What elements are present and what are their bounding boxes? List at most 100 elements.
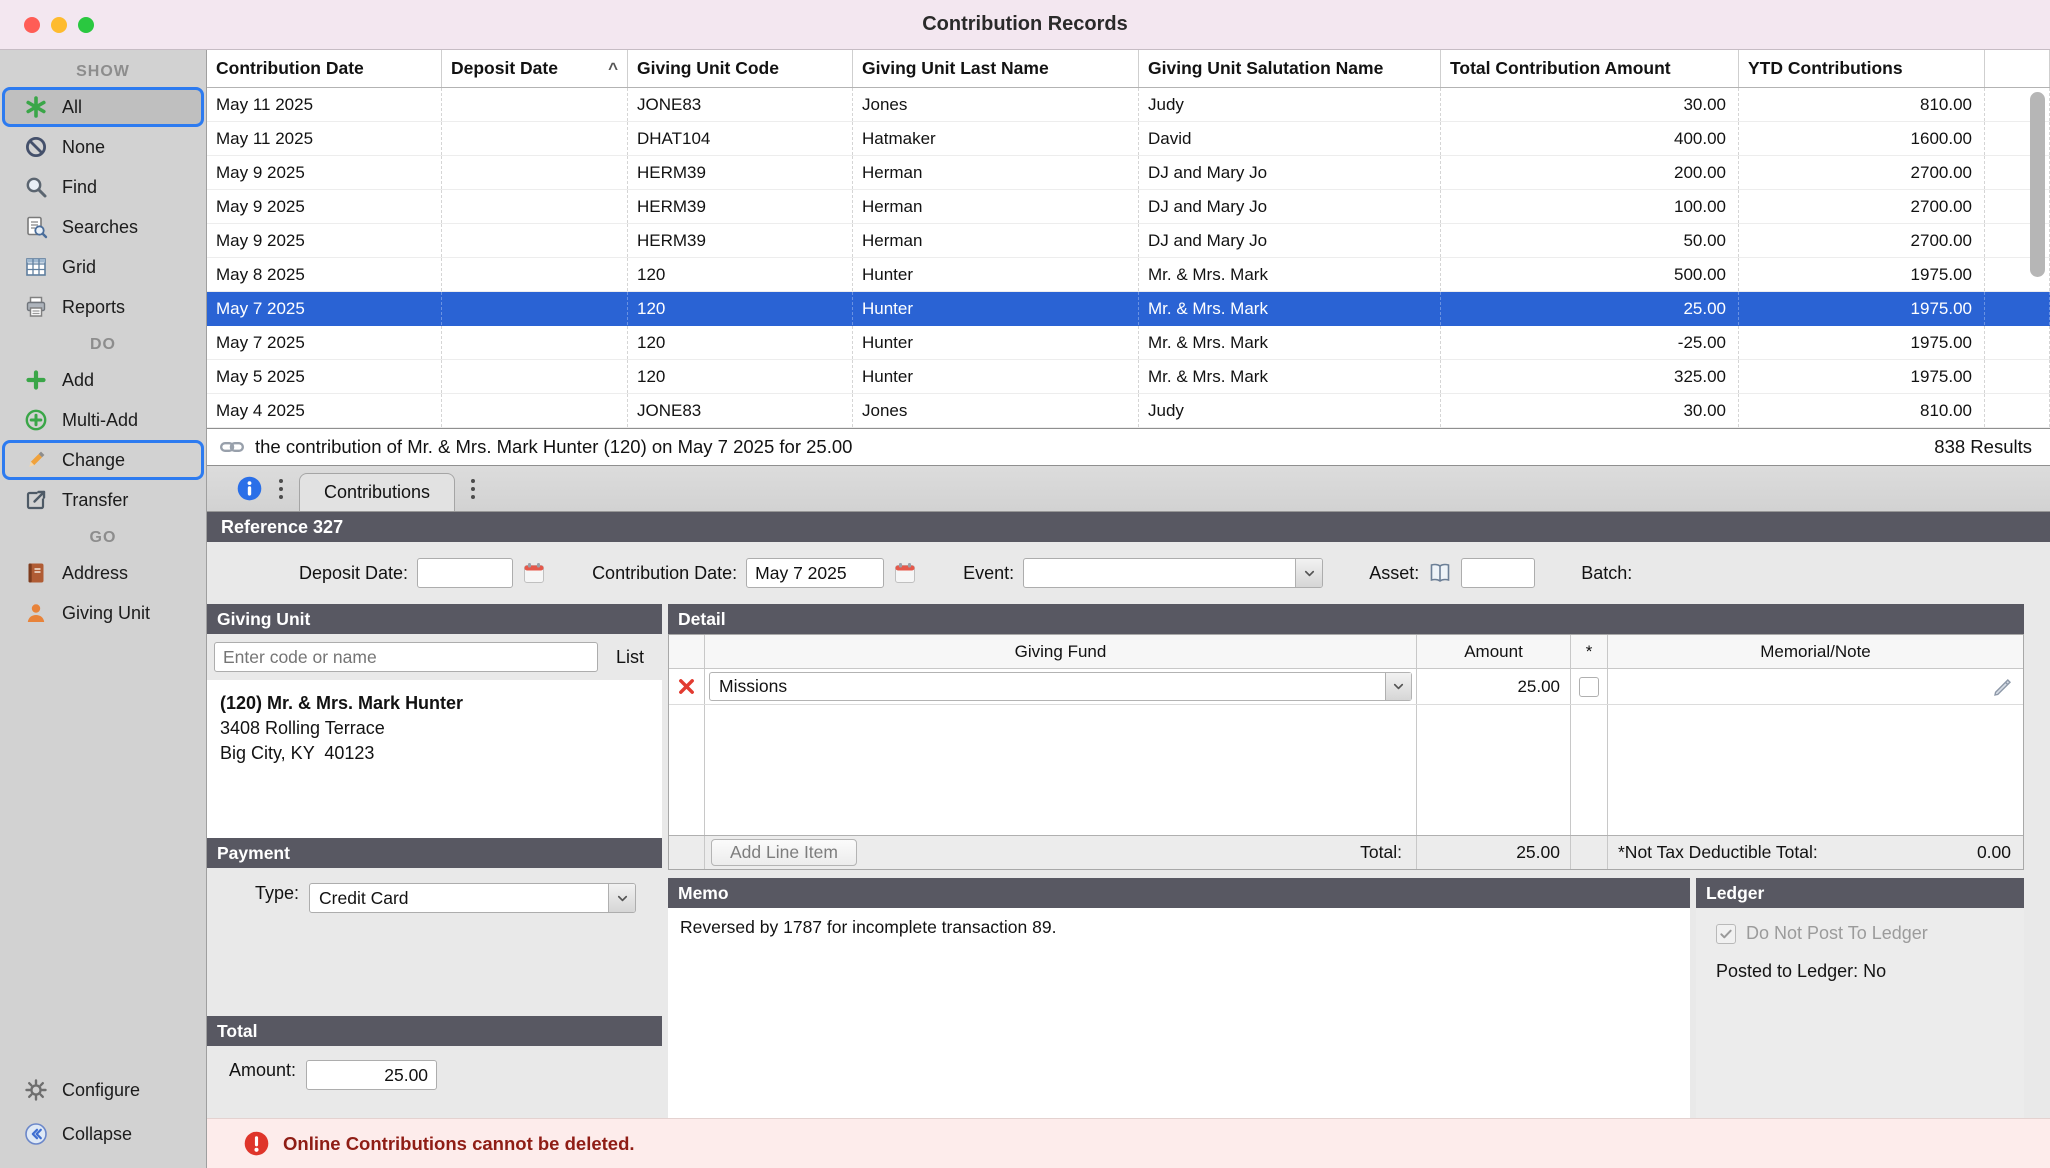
cell-total-amount: 200.00 xyxy=(1441,156,1739,189)
sidebar-item-add[interactable]: Add xyxy=(2,360,204,400)
payment-body: Type: Credit Card xyxy=(207,868,662,1016)
table-row[interactable]: May 11 2025 JONE83 Jones Judy 30.00 810.… xyxy=(207,88,2050,122)
ledger-body: Do Not Post To Ledger Posted to Ledger: … xyxy=(1696,908,2024,1118)
table-row[interactable]: May 7 2025 120 Hunter Mr. & Mrs. Mark -2… xyxy=(207,326,2050,360)
window-titlebar: Contribution Records xyxy=(0,0,2050,50)
giving-unit-search-input[interactable] xyxy=(214,642,598,672)
contribution-date-input[interactable] xyxy=(746,558,884,588)
info-icon[interactable] xyxy=(236,475,263,502)
cell-last-name: Hunter xyxy=(853,292,1139,325)
sidebar-item-giving-unit[interactable]: Giving Unit xyxy=(2,593,204,633)
sidebar-item-searches[interactable]: Searches xyxy=(2,207,204,247)
sidebar-item-transfer[interactable]: Transfer xyxy=(2,480,204,520)
table-row[interactable]: May 11 2025 DHAT104 Hatmaker David 400.0… xyxy=(207,122,2050,156)
column-header-deposit-date[interactable]: Deposit Date^ xyxy=(442,50,628,87)
asset-book-icon[interactable] xyxy=(1428,561,1452,585)
line-amount[interactable]: 25.00 xyxy=(1417,669,1571,704)
gear-icon xyxy=(24,1078,48,1102)
not-tax-deductible-cell xyxy=(1571,669,1608,704)
column-header-ytd[interactable]: YTD Contributions xyxy=(1739,50,1985,87)
cell-last-name: Herman xyxy=(853,224,1139,257)
sidebar-item-collapse[interactable]: Collapse xyxy=(2,1112,204,1156)
sidebar-item-label: Grid xyxy=(62,257,96,278)
cell-ytd: 1600.00 xyxy=(1739,122,1985,155)
ntd-value: 0.00 xyxy=(1977,842,2011,863)
drag-handle-icon[interactable] xyxy=(279,479,283,499)
sidebar-item-none[interactable]: None xyxy=(2,127,204,167)
giving-unit-address1: 3408 Rolling Terrace xyxy=(220,716,649,741)
scrollbar-thumb[interactable] xyxy=(2030,92,2045,277)
ledger-panel: Ledger Do Not Post To Ledger Posted to L… xyxy=(1696,878,2024,1118)
minimize-window-button[interactable] xyxy=(51,17,67,33)
cell-ytd: 1975.00 xyxy=(1739,326,1985,359)
payment-type-dropdown[interactable]: Credit Card xyxy=(309,883,636,913)
close-window-button[interactable] xyxy=(24,17,40,33)
total-amount-label: Amount: xyxy=(229,1060,296,1081)
table-row[interactable]: May 9 2025 HERM39 Herman DJ and Mary Jo … xyxy=(207,156,2050,190)
event-dropdown[interactable] xyxy=(1023,558,1323,588)
column-header-total-amount[interactable]: Total Contribution Amount xyxy=(1441,50,1739,87)
cell-ytd: 810.00 xyxy=(1739,394,1985,427)
sidebar-item-address[interactable]: Address xyxy=(2,553,204,593)
cell-contribution-date: May 9 2025 xyxy=(207,156,442,189)
column-header-salutation-name[interactable]: Giving Unit Salutation Name xyxy=(1139,50,1441,87)
cell-salutation-name: Judy xyxy=(1139,394,1441,427)
deposit-date-input[interactable] xyxy=(417,558,513,588)
drag-handle-icon[interactable] xyxy=(471,479,475,499)
table-row[interactable]: May 9 2025 HERM39 Herman DJ and Mary Jo … xyxy=(207,190,2050,224)
sidebar-item-configure[interactable]: Configure xyxy=(2,1068,204,1112)
zoom-window-button[interactable] xyxy=(78,17,94,33)
sidebar-item-reports[interactable]: Reports xyxy=(2,287,204,327)
column-header-contribution-date[interactable]: Contribution Date xyxy=(207,50,442,87)
reference-header: Reference 327 xyxy=(207,512,2050,542)
table-row[interactable]: May 5 2025 120 Hunter Mr. & Mrs. Mark 32… xyxy=(207,360,2050,394)
column-header-filler xyxy=(1985,50,2050,87)
giving-fund-dropdown[interactable]: Missions xyxy=(709,672,1412,701)
cell-total-amount: 30.00 xyxy=(1441,394,1739,427)
calendar-icon[interactable] xyxy=(893,561,917,585)
table-row[interactable]: May 8 2025 120 Hunter Mr. & Mrs. Mark 50… xyxy=(207,258,2050,292)
table-row[interactable]: May 7 2025 120 Hunter Mr. & Mrs. Mark 25… xyxy=(207,292,2050,326)
column-header-giving-unit-code[interactable]: Giving Unit Code xyxy=(628,50,853,87)
total-amount-input[interactable] xyxy=(306,1060,437,1090)
cell-deposit-date xyxy=(442,394,628,427)
cell-giving-unit-code: HERM39 xyxy=(628,156,853,189)
calendar-icon[interactable] xyxy=(522,561,546,585)
tab-contributions[interactable]: Contributions xyxy=(299,473,455,511)
total-body: Amount: xyxy=(207,1046,662,1118)
detail-panel: Detail Giving Fund Amount * Memorial/Not… xyxy=(668,604,2050,1118)
sidebar-item-find[interactable]: Find xyxy=(2,167,204,207)
ntd-label: *Not Tax Deductible Total: xyxy=(1618,842,1818,863)
giving-unit-header: Giving Unit xyxy=(207,604,662,634)
memo-text-area[interactable]: Reversed by 1787 for incomplete transact… xyxy=(668,908,1690,1118)
cell-deposit-date xyxy=(442,190,628,223)
table-scrollbar[interactable] xyxy=(2030,92,2045,420)
cell-total-amount: 400.00 xyxy=(1441,122,1739,155)
cell-salutation-name: Mr. & Mrs. Mark xyxy=(1139,292,1441,325)
add-line-item-button[interactable]: Add Line Item xyxy=(711,839,857,866)
asset-label: Asset: xyxy=(1369,563,1419,584)
chevron-down-icon xyxy=(1385,673,1411,700)
column-header-last-name[interactable]: Giving Unit Last Name xyxy=(853,50,1139,87)
posted-to-ledger-status: Posted to Ledger: No xyxy=(1716,961,2024,982)
table-row[interactable]: May 4 2025 JONE83 Jones Judy 30.00 810.0… xyxy=(207,394,2050,428)
asset-input[interactable] xyxy=(1461,558,1535,588)
table-row[interactable]: May 9 2025 HERM39 Herman DJ and Mary Jo … xyxy=(207,224,2050,258)
do-not-post-label: Do Not Post To Ledger xyxy=(1746,923,1928,944)
contribution-records-window: Contribution Records SHOW All None Find … xyxy=(0,0,2050,1168)
do-not-post-checkbox[interactable] xyxy=(1716,924,1736,944)
batch-label: Batch: xyxy=(1581,563,1632,584)
delete-line-button[interactable] xyxy=(669,669,705,704)
sidebar-item-multi-add[interactable]: Multi-Add xyxy=(2,400,204,440)
sidebar-item-all[interactable]: All xyxy=(2,87,204,127)
memorial-note-cell[interactable] xyxy=(1608,669,2023,704)
cell-contribution-date: May 7 2025 xyxy=(207,292,442,325)
cell-last-name: Hunter xyxy=(853,326,1139,359)
selection-summary: the contribution of Mr. & Mrs. Mark Hunt… xyxy=(255,436,1924,458)
giving-unit-address2: Big City, KY 40123 xyxy=(220,741,649,766)
cell-last-name: Jones xyxy=(853,88,1139,121)
list-button[interactable]: List xyxy=(608,647,652,668)
sidebar-item-change[interactable]: Change xyxy=(2,440,204,480)
sidebar-item-grid[interactable]: Grid xyxy=(2,247,204,287)
not-tax-deductible-checkbox[interactable] xyxy=(1579,677,1599,697)
